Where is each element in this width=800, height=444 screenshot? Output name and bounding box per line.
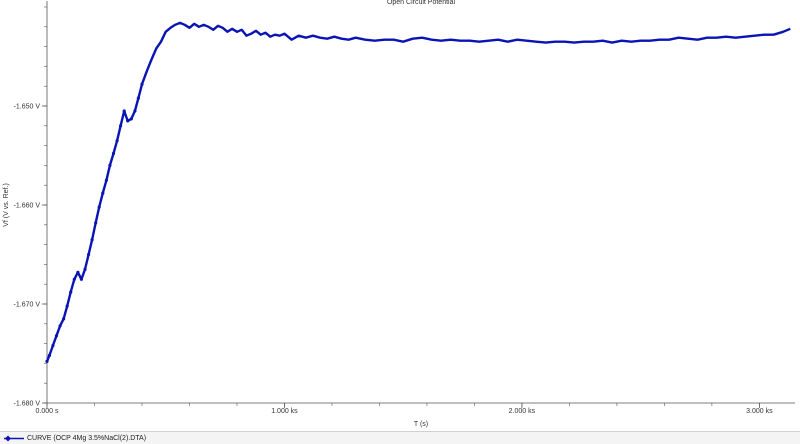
y-tick-label: -1.660 V <box>14 203 41 210</box>
data-point <box>90 238 94 242</box>
x-axis-ticks: 0.000 s 1.000 ks 2.000 ks 3.000 ks <box>36 403 773 415</box>
legend-diamond-icon <box>5 435 11 441</box>
data-point <box>76 270 80 274</box>
y-tick-label: -1.650 V <box>14 104 41 111</box>
data-point <box>129 117 133 121</box>
data-point <box>108 163 112 167</box>
chart-title: Open Circuit Potential <box>387 0 456 6</box>
data-point <box>97 205 101 209</box>
legend: CURVE (OCP 4Mg 3.5%NaCl(2).DTA) <box>0 431 800 444</box>
x-axis-title: T (s) <box>414 421 428 428</box>
series-layer <box>45 21 791 363</box>
legend-entry-label: CURVE (OCP 4Mg 3.5%NaCl(2).DTA) <box>27 434 147 442</box>
data-point <box>140 82 144 86</box>
data-point <box>79 277 83 281</box>
data-point <box>45 359 49 363</box>
data-point <box>87 252 91 257</box>
legend-marker-icon <box>4 435 24 441</box>
data-point <box>54 334 59 338</box>
y-tick-label: -1.680 V <box>14 401 41 408</box>
data-point <box>62 317 66 321</box>
x-tick-label: 0.000 s <box>36 408 59 415</box>
data-point <box>94 221 98 225</box>
x-tick-label: 3.000 ks <box>746 408 773 415</box>
data-point <box>65 304 69 308</box>
data-point <box>47 353 52 358</box>
data-point <box>58 324 62 328</box>
data-point <box>136 96 140 100</box>
data-point <box>83 267 87 271</box>
data-point <box>51 344 55 348</box>
data-point <box>72 277 76 281</box>
data-point <box>115 139 119 143</box>
data-point <box>126 119 130 123</box>
data-point <box>119 124 123 128</box>
data-point <box>69 290 73 294</box>
data-point <box>122 109 126 113</box>
data-point <box>104 178 108 182</box>
x-tick-label: 1.000 ks <box>271 408 298 415</box>
y-axis-ticks: -1.680 V -1.670 V -1.660 V -1.650 V <box>14 6 47 408</box>
series-line <box>45 21 791 362</box>
x-tick-label: 2.000 ks <box>509 408 536 415</box>
axes <box>46 1 795 404</box>
data-point <box>101 191 105 195</box>
data-point <box>133 109 137 113</box>
ocp-chart: Open Circuit Potential 0.000 s 1.000 ks 2.… <box>3 0 795 428</box>
data-point <box>111 151 116 156</box>
y-tick-label: -1.670 V <box>14 302 41 309</box>
y-axis-title: Vf (V vs. Ref.) <box>3 183 10 227</box>
